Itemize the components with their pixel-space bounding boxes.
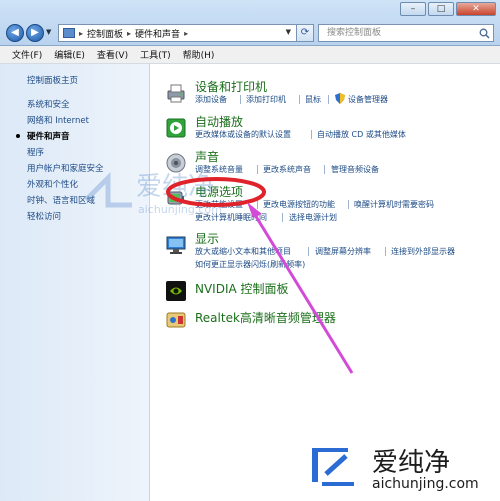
display-icon[interactable] — [165, 234, 187, 256]
realtek-icon[interactable] — [165, 309, 187, 331]
address-bar[interactable]: ▸ 控制面板 ▸ 硬件和声音 ▸ ▼ — [58, 24, 314, 42]
back-button[interactable]: ◀ — [6, 24, 24, 42]
breadcrumb-separator-icon[interactable]: ▸ — [79, 29, 83, 38]
menu-tools[interactable]: 工具(T) — [140, 48, 171, 61]
link-divider — [257, 165, 258, 174]
link-divider — [328, 95, 329, 104]
forward-button[interactable]: ▶ — [26, 24, 44, 42]
link-add-printer[interactable]: 添加打印机 — [246, 94, 286, 105]
link-divider — [308, 247, 309, 256]
sidebar-item-programs[interactable]: 程序 — [27, 146, 44, 158]
address-dropdown-icon[interactable]: ▼ — [286, 28, 291, 36]
link-choose-plan[interactable]: 选择电源计划 — [289, 212, 337, 223]
sidebar-item-ease-of-access[interactable]: 轻松访问 — [27, 210, 61, 222]
breadcrumb-hardware-sound[interactable]: 硬件和声音 — [135, 27, 180, 40]
window-controls: – □ ✕ — [400, 2, 496, 16]
link-flicker[interactable]: 如何更正显示器闪烁(刷新频率) — [195, 259, 305, 270]
refresh-button[interactable]: ⟳ — [296, 24, 314, 42]
maximize-button[interactable]: □ — [428, 2, 454, 16]
logo-text: 爱纯净 — [372, 448, 451, 478]
link-autoplay-cd[interactable]: 自动播放 CD 或其他媒体 — [317, 129, 406, 140]
nvidia-icon[interactable] — [165, 280, 187, 302]
menu-bar: 文件(F) 编辑(E) 查看(V) 工具(T) 帮助(H) — [0, 46, 500, 64]
main-content: 设备和打印机 添加设备 添加打印机 鼠标 设备管理器 自动播放 更改媒体或设备的… — [151, 64, 500, 501]
link-autoplay-defaults[interactable]: 更改媒体或设备的默认设置 — [195, 129, 291, 140]
link-wake-password[interactable]: 唤醒计算机时需要密码 — [354, 199, 434, 210]
link-external-display[interactable]: 连接到外部显示器 — [391, 246, 455, 257]
sidebar-item-system-security[interactable]: 系统和安全 — [27, 98, 70, 110]
minimize-button[interactable]: – — [400, 2, 426, 16]
link-mouse[interactable]: 鼠标 — [305, 94, 321, 105]
autoplay-icon[interactable] — [165, 117, 187, 139]
link-divider — [324, 165, 325, 174]
watermark-subtext: aichunjing.com — [138, 203, 222, 216]
current-item-bullet-icon — [16, 134, 20, 138]
breadcrumb-separator-icon[interactable]: ▸ — [127, 29, 131, 38]
menu-view[interactable]: 查看(V) — [97, 48, 128, 61]
close-button[interactable]: ✕ — [456, 2, 496, 16]
link-text-size[interactable]: 放大或缩小文本和其他项目 — [195, 246, 291, 257]
logo-mark-icon — [312, 448, 354, 486]
logo-url: aichunjing.com — [372, 476, 479, 492]
link-device-manager[interactable]: 设备管理器 — [348, 94, 388, 105]
menu-file[interactable]: 文件(F) — [12, 48, 42, 61]
category-devices-printers[interactable]: 设备和打印机 — [195, 78, 267, 95]
link-divider — [311, 130, 312, 139]
link-divider — [257, 200, 258, 209]
link-power-button[interactable]: 更改电源按钮的功能 — [263, 199, 335, 210]
watermark-text: 爱纯净 — [136, 172, 214, 202]
link-divider — [240, 95, 241, 104]
link-divider — [282, 213, 283, 222]
link-change-sounds[interactable]: 更改系统声音 — [263, 164, 311, 175]
breadcrumb-control-panel[interactable]: 控制面板 — [87, 27, 123, 40]
menu-help[interactable]: 帮助(H) — [183, 48, 215, 61]
site-logo: 爱纯净 aichunjing.com — [300, 438, 495, 498]
title-bar: – □ ✕ ◀ ▶ ▼ ▸ 控制面板 ▸ 硬件和声音 ▸ ▼ ⟳ 搜索控制面板 — [0, 0, 500, 46]
category-realtek[interactable]: Realtek高清晰音频管理器 — [195, 309, 336, 326]
sidebar-item-network[interactable]: 网络和 Internet — [27, 114, 89, 126]
control-panel-window: – □ ✕ ◀ ▶ ▼ ▸ 控制面板 ▸ 硬件和声音 ▸ ▼ ⟳ 搜索控制面板 … — [0, 0, 500, 501]
control-panel-icon — [63, 28, 75, 38]
search-icon[interactable] — [479, 28, 490, 39]
link-screen-resolution[interactable]: 调整屏幕分辨率 — [315, 246, 371, 257]
sidebar-item-hardware-sound[interactable]: 硬件和声音 — [27, 130, 70, 142]
printer-icon[interactable] — [165, 82, 187, 104]
link-divider — [299, 95, 300, 104]
link-divider — [385, 247, 386, 256]
menu-edit[interactable]: 编辑(E) — [54, 48, 85, 61]
watermark-logo: 爱纯净 aichunjing.com — [84, 171, 222, 216]
category-nvidia[interactable]: NVIDIA 控制面板 — [195, 280, 289, 297]
category-autoplay[interactable]: 自动播放 — [195, 113, 243, 130]
sidebar-item-home[interactable]: 控制面板主页 — [27, 74, 78, 86]
sidebar-item-appearance[interactable]: 外观和个性化 — [27, 178, 78, 190]
shield-icon — [335, 93, 345, 104]
sidebar: 控制面板主页 系统和安全 网络和 Internet 硬件和声音 程序 用户帐户和… — [0, 64, 150, 501]
history-dropdown-icon[interactable]: ▼ — [46, 28, 56, 38]
breadcrumb-separator-icon[interactable]: ▸ — [184, 29, 188, 38]
link-manage-audio[interactable]: 管理音频设备 — [331, 164, 379, 175]
search-input[interactable]: 搜索控制面板 — [318, 24, 494, 42]
link-add-device[interactable]: 添加设备 — [195, 94, 227, 105]
link-divider — [348, 200, 349, 209]
